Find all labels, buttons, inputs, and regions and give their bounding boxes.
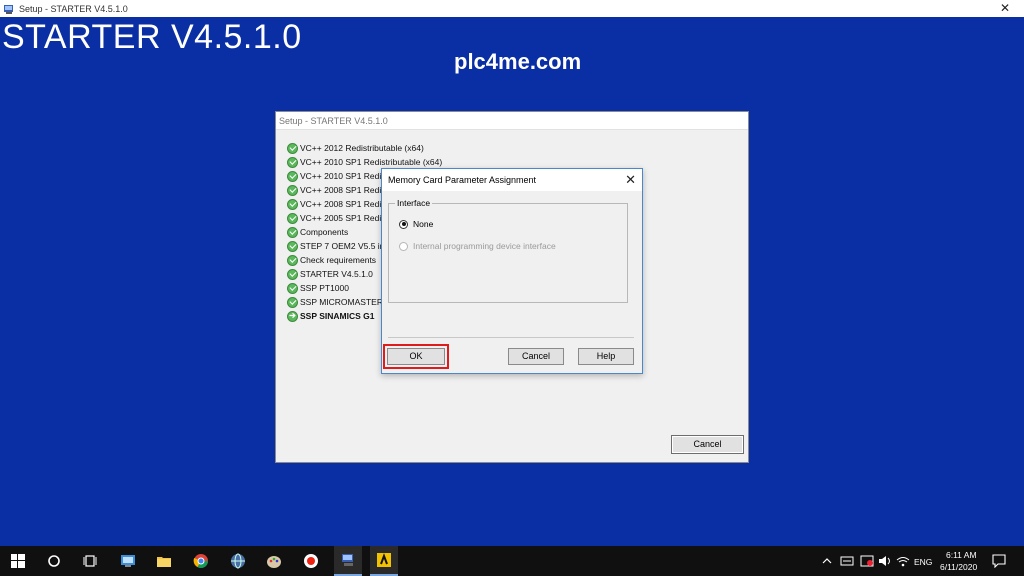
task-view-button[interactable] <box>76 546 104 576</box>
taskbar-file-explorer[interactable] <box>150 546 178 576</box>
taskbar-paint-app[interactable] <box>260 546 288 576</box>
dialog-cancel-button[interactable]: Cancel <box>508 348 564 365</box>
setup-window-title: Setup - STARTER V4.5.1.0 <box>276 112 748 130</box>
radio-none[interactable]: None <box>399 219 433 229</box>
network-icon[interactable] <box>896 555 910 567</box>
interface-group-label: Interface <box>395 198 433 208</box>
window-title: Setup - STARTER V4.5.1.0 <box>19 3 128 14</box>
input-method-icon[interactable] <box>840 555 854 567</box>
window-close-button[interactable]: ✕ <box>1000 1 1010 15</box>
watermark-text: plc4me.com <box>454 49 582 74</box>
check-icon <box>287 142 298 154</box>
taskbar: ENG 6:11 AM 6/11/2020 <box>0 546 1024 576</box>
check-icon <box>287 240 298 252</box>
globe-app-icon <box>231 553 245 569</box>
search-circle-icon <box>48 555 60 567</box>
ok-button[interactable]: OK <box>387 348 445 365</box>
setup-cancel-button[interactable]: Cancel <box>671 435 744 454</box>
dialog-titlebar: Memory Card Parameter Assignment ✕ <box>382 169 642 191</box>
taskbar-chrome[interactable] <box>187 546 215 576</box>
volume-icon[interactable] <box>878 555 892 567</box>
dialog-separator <box>388 337 634 338</box>
record-icon <box>304 554 318 568</box>
setup-step: VC++ 2012 Redistributable (x64) <box>287 141 442 155</box>
clock-time[interactable]: 6:11 AM <box>946 550 977 560</box>
chrome-icon <box>193 554 208 568</box>
interface-groupbox: Interface None Internal programming devi… <box>388 198 628 303</box>
start-button[interactable] <box>4 546 32 576</box>
clock-date[interactable]: 6/11/2020 <box>940 562 977 572</box>
check-icon <box>287 198 298 210</box>
palette-icon <box>267 556 281 568</box>
arrow-right-icon: ➔ <box>287 310 298 322</box>
setup-app-icon <box>4 4 13 14</box>
windows-logo-icon <box>11 554 25 568</box>
starter-app-icon <box>377 553 391 567</box>
taskbar-setup-app[interactable] <box>334 546 362 576</box>
check-icon <box>287 156 298 168</box>
taskbar-starter-app[interactable] <box>370 546 398 576</box>
window-titlebar: Setup - STARTER V4.5.1.0 ✕ <box>0 0 1024 17</box>
help-button[interactable]: Help <box>578 348 634 365</box>
check-icon <box>287 184 298 196</box>
check-icon <box>287 226 298 238</box>
radio-internal-interface: Internal programming device interface <box>399 241 556 251</box>
check-icon <box>287 296 298 308</box>
radio-empty-icon <box>399 241 408 251</box>
language-indicator[interactable]: ENG <box>914 557 932 567</box>
setup-app-icon <box>342 554 353 566</box>
monitor-app-icon <box>121 555 135 567</box>
task-view-icon <box>83 555 97 567</box>
radio-selected-icon[interactable] <box>399 219 408 229</box>
dialog-close-button[interactable]: ✕ <box>625 172 636 188</box>
check-icon <box>287 282 298 294</box>
taskbar-app-monitor[interactable] <box>114 546 142 576</box>
setup-step: VC++ 2010 SP1 Redistributable (x64) <box>287 155 442 169</box>
folder-icon <box>157 557 171 567</box>
banner-title: STARTER V4.5.1.0 <box>2 18 302 56</box>
taskbar-network-app[interactable] <box>224 546 252 576</box>
notification-icon[interactable] <box>992 554 1006 568</box>
chevron-up-icon[interactable] <box>822 556 832 566</box>
dialog-title: Memory Card Parameter Assignment <box>388 175 537 185</box>
check-icon <box>287 268 298 280</box>
taskbar-recorder[interactable] <box>297 546 325 576</box>
check-icon <box>287 212 298 224</box>
check-icon <box>287 254 298 266</box>
check-icon <box>287 170 298 182</box>
memory-card-dialog: Memory Card Parameter Assignment ✕ Inter… <box>381 168 643 374</box>
security-alert-icon[interactable] <box>860 555 874 567</box>
search-button[interactable] <box>40 546 68 576</box>
